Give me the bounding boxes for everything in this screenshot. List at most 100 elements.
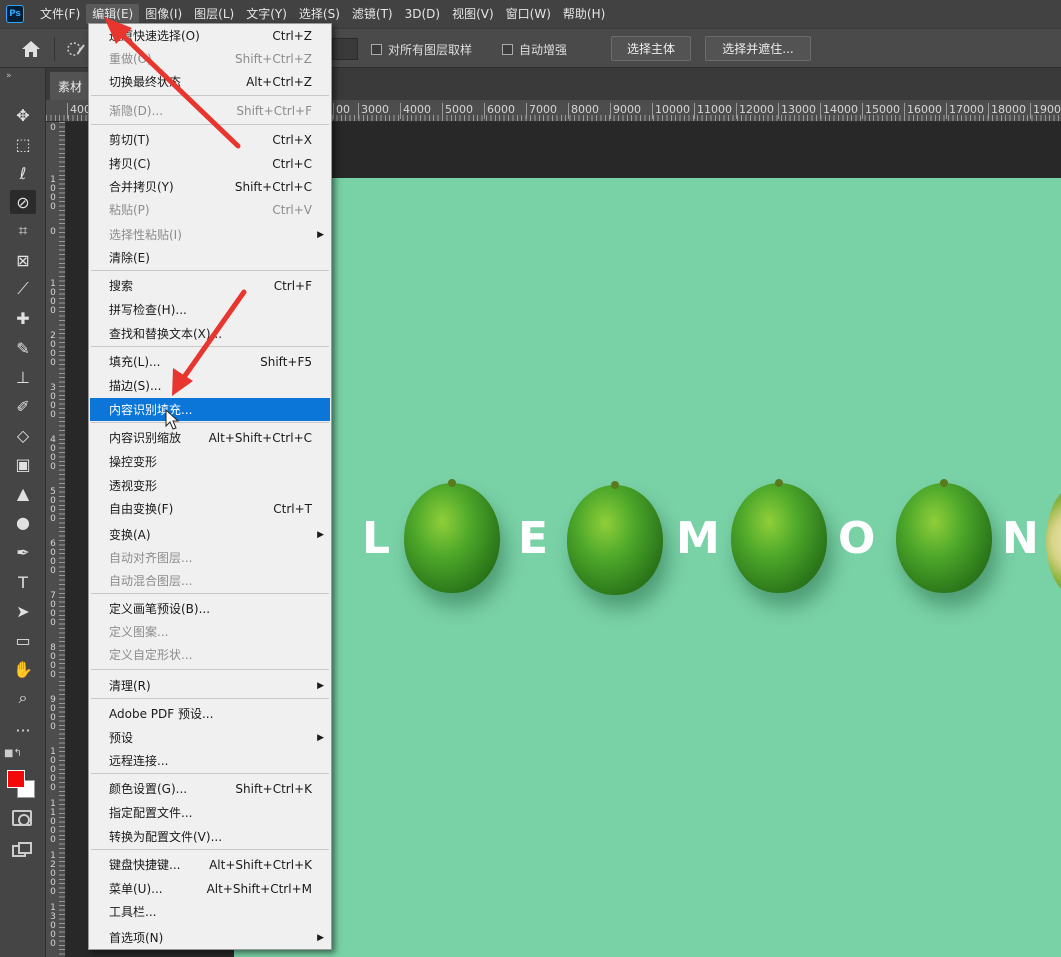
marquee-icon[interactable]: ⬚: [10, 132, 36, 156]
edit-menu-item[interactable]: 清理(R) ▶: [90, 674, 330, 697]
edit-menu-item[interactable]: 指定配置文件...: [90, 801, 330, 824]
menu-item-label: 远程连接...: [109, 754, 169, 768]
zoom-icon[interactable]: ⌕: [10, 686, 36, 710]
menu-filter[interactable]: 滤镜(T): [346, 4, 399, 24]
canvas-letter-o: O: [838, 513, 876, 564]
edit-menu-item[interactable]: 工具栏...: [90, 900, 330, 923]
screen-mode-icon[interactable]: [12, 842, 32, 858]
tool-preset-icon[interactable]: [66, 40, 86, 58]
auto-enhance-checkbox[interactable]: 自动增强: [502, 41, 567, 58]
menu-item-shortcut: Shift+Ctrl+C: [234, 179, 312, 194]
edit-menu-item[interactable]: 选择性粘贴(I) ▶: [90, 223, 330, 246]
frame-icon[interactable]: ⊠: [10, 248, 36, 272]
menu-type[interactable]: 文字(Y): [240, 4, 293, 24]
eraser-icon[interactable]: ◇: [10, 423, 36, 447]
default-colors-icon[interactable]: ■↰: [4, 748, 22, 759]
edit-menu-item[interactable]: 自动对齐图层...: [90, 546, 330, 569]
edit-menu-item[interactable]: 自动混合图层...: [90, 569, 330, 592]
checkbox-box[interactable]: [502, 44, 513, 55]
menu-3d[interactable]: 3D(D): [399, 4, 446, 24]
menu-item-shortcut: Ctrl+T: [273, 501, 312, 516]
edit-menu-item[interactable]: 切换最终状态 Alt+Ctrl+Z: [90, 70, 330, 93]
ruler-label: 8000: [50, 643, 56, 680]
edit-menu-item[interactable]: 拼写检查(H)...: [90, 298, 330, 321]
edit-menu-item[interactable]: 透视变形: [90, 474, 330, 497]
edit-menu-item[interactable]: 拷贝(C) Ctrl+C: [90, 152, 330, 175]
pen-icon[interactable]: ✒: [10, 540, 36, 564]
edit-menu-item[interactable]: 搜索 Ctrl+F: [90, 274, 330, 297]
edit-menu-item[interactable]: 查找和替换文本(X)...: [90, 322, 330, 345]
path-select-icon[interactable]: ➤: [10, 599, 36, 623]
more-tools-icon[interactable]: ···: [10, 718, 36, 742]
menu-item-label: 填充(L)...: [109, 355, 161, 369]
brush-size-field[interactable]: [332, 38, 358, 60]
menu-item-label: 转换为配置文件(V)...: [109, 830, 223, 844]
history-brush-icon[interactable]: ✐: [10, 394, 36, 418]
select-subject-button[interactable]: 选择主体: [611, 36, 691, 61]
edit-menu-item[interactable]: 重做(O) Shift+Ctrl+Z: [90, 47, 330, 70]
edit-menu-item[interactable]: 填充(L)... Shift+F5: [90, 350, 330, 373]
checkbox-box[interactable]: [371, 44, 382, 55]
edit-menu-item[interactable]: 定义自定形状...: [90, 643, 330, 666]
edit-menu-item[interactable]: 内容识别填充...: [90, 398, 330, 421]
edit-menu-item[interactable]: 渐隐(D)... Shift+Ctrl+F: [90, 99, 330, 122]
menu-item-shortcut: Ctrl+F: [273, 278, 312, 293]
select-and-mask-button[interactable]: 选择并遮住...: [705, 36, 811, 61]
menu-item-label: 颜色设置(G)...: [109, 782, 188, 796]
gradient-icon[interactable]: ▣: [10, 452, 36, 476]
crop-icon[interactable]: ⌗: [10, 219, 36, 243]
dodge-icon[interactable]: ●: [10, 510, 36, 534]
edit-menu-item[interactable]: 首选项(N) ▶: [90, 926, 330, 949]
edit-menu-item[interactable]: 操控变形: [90, 450, 330, 473]
rectangle-icon[interactable]: ▭: [10, 628, 36, 652]
edit-menu-item[interactable]: 还原快速选择(O) Ctrl+Z: [90, 24, 330, 47]
hand-icon[interactable]: ✋: [10, 657, 36, 681]
edit-menu-item[interactable]: 预设 ▶: [90, 726, 330, 749]
edit-menu-item[interactable]: 自由变换(F) Ctrl+T: [90, 497, 330, 520]
ruler-label: 14000: [820, 103, 858, 119]
type-icon[interactable]: T: [10, 570, 36, 594]
edit-menu-item[interactable]: 描边(S)...: [90, 374, 330, 397]
brush-icon[interactable]: ✎: [10, 336, 36, 360]
menu-edit[interactable]: 编辑(E): [86, 4, 140, 24]
edit-menu-item[interactable]: 合并拷贝(Y) Shift+Ctrl+C: [90, 175, 330, 198]
eyedropper-icon[interactable]: ⟋: [10, 277, 36, 301]
sample-all-layers-checkbox[interactable]: 对所有图层取样: [371, 41, 472, 58]
edit-menu-item[interactable]: 内容识别缩放 Alt+Shift+Ctrl+C: [90, 426, 330, 449]
healing-icon[interactable]: ✚: [10, 306, 36, 330]
edit-menu-item[interactable]: 键盘快捷键... Alt+Shift+Ctrl+K: [90, 853, 330, 876]
quick-mask-icon[interactable]: [12, 810, 32, 826]
foreground-color-swatch[interactable]: [7, 770, 25, 788]
move-icon[interactable]: ✥: [10, 103, 36, 127]
blur-icon[interactable]: ▲: [10, 481, 36, 505]
document-canvas[interactable]: L E M O N: [234, 178, 1061, 957]
menu-help[interactable]: 帮助(H): [557, 4, 611, 24]
edit-menu-item[interactable]: Adobe PDF 预设...: [90, 702, 330, 725]
stamp-icon[interactable]: ⊥: [10, 365, 36, 389]
edit-menu-item[interactable]: 转换为配置文件(V)...: [90, 825, 330, 848]
home-icon[interactable]: [20, 39, 42, 59]
lime-image: [404, 479, 500, 593]
menu-image[interactable]: 图像(I): [139, 4, 188, 24]
edit-menu-item[interactable]: 变换(A) ▶: [90, 523, 330, 546]
edit-menu-item[interactable]: 清除(E): [90, 246, 330, 269]
menu-file[interactable]: 文件(F): [34, 4, 86, 24]
menu-select[interactable]: 选择(S): [293, 4, 346, 24]
menu-layer[interactable]: 图层(L): [188, 4, 240, 24]
ruler-label: 0: [50, 123, 56, 133]
menu-view[interactable]: 视图(V): [446, 4, 500, 24]
edit-menu-item[interactable]: 菜单(U)... Alt+Shift+Ctrl+M: [90, 877, 330, 900]
collapse-panel-icon[interactable]: »: [6, 71, 12, 81]
lasso-icon[interactable]: ℓ: [10, 161, 36, 185]
menu-item-label: 内容识别缩放: [109, 431, 182, 445]
quick-select-icon[interactable]: ⊘: [10, 190, 36, 214]
ruler-label: 9000: [50, 695, 56, 732]
edit-menu-item[interactable]: 定义画笔预设(B)...: [90, 597, 330, 620]
edit-menu-item[interactable]: 粘贴(P) Ctrl+V: [90, 198, 330, 221]
ruler-label: 15000: [862, 103, 900, 119]
menu-window[interactable]: 窗口(W): [500, 4, 557, 24]
edit-menu-item[interactable]: 定义图案...: [90, 620, 330, 643]
edit-menu-item[interactable]: 剪切(T) Ctrl+X: [90, 128, 330, 151]
edit-menu-item[interactable]: 远程连接...: [90, 749, 330, 772]
edit-menu-item[interactable]: 颜色设置(G)... Shift+Ctrl+K: [90, 777, 330, 800]
